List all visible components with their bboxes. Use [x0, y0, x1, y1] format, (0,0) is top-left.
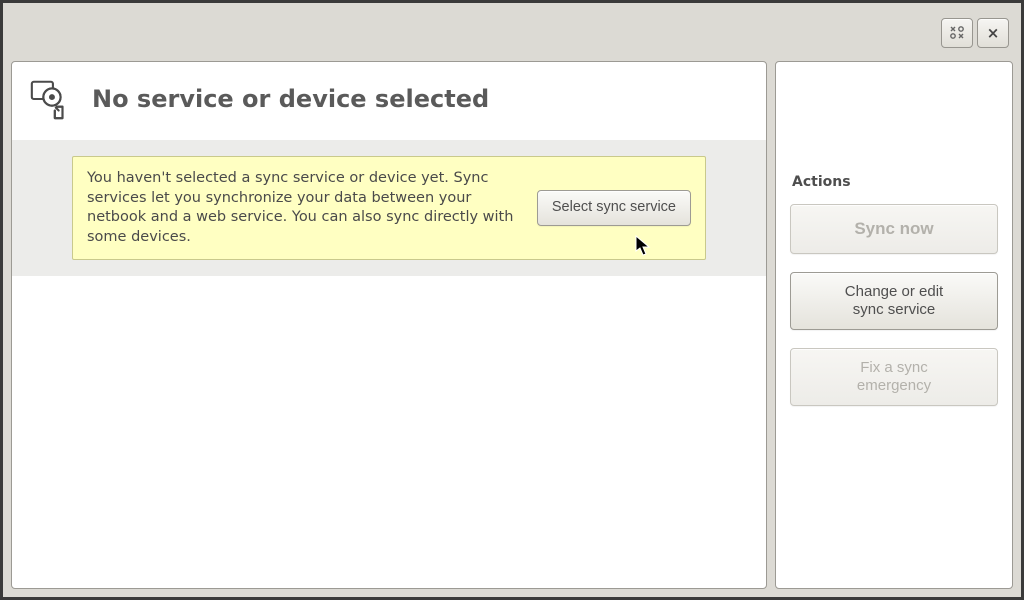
notice-band: You haven't selected a sync service or d… — [12, 140, 766, 276]
sidebar-panel: Actions Sync now Change or edit sync ser… — [775, 61, 1013, 589]
content-row: No service or device selected You haven'… — [11, 61, 1013, 589]
select-sync-service-button[interactable]: Select sync service — [537, 190, 691, 225]
header-row: No service or device selected — [12, 62, 766, 140]
maximize-icon — [949, 25, 965, 42]
close-icon: × — [987, 24, 1000, 42]
maximize-button[interactable] — [941, 18, 973, 48]
sync-now-button[interactable]: Sync now — [790, 204, 998, 254]
notice-text: You haven't selected a sync service or d… — [87, 169, 519, 247]
change-sync-service-button[interactable]: Change or edit sync service — [790, 272, 998, 330]
close-button[interactable]: × — [977, 18, 1009, 48]
sync-settings-window: × — [0, 0, 1024, 600]
window-titlebar: × — [3, 3, 1021, 57]
notice-box: You haven't selected a sync service or d… — [72, 156, 706, 260]
fix-sync-emergency-button[interactable]: Fix a sync emergency — [790, 348, 998, 406]
page-title: No service or device selected — [92, 85, 489, 113]
sync-service-icon — [28, 76, 74, 122]
main-panel: No service or device selected You haven'… — [11, 61, 767, 589]
actions-heading: Actions — [792, 174, 998, 190]
